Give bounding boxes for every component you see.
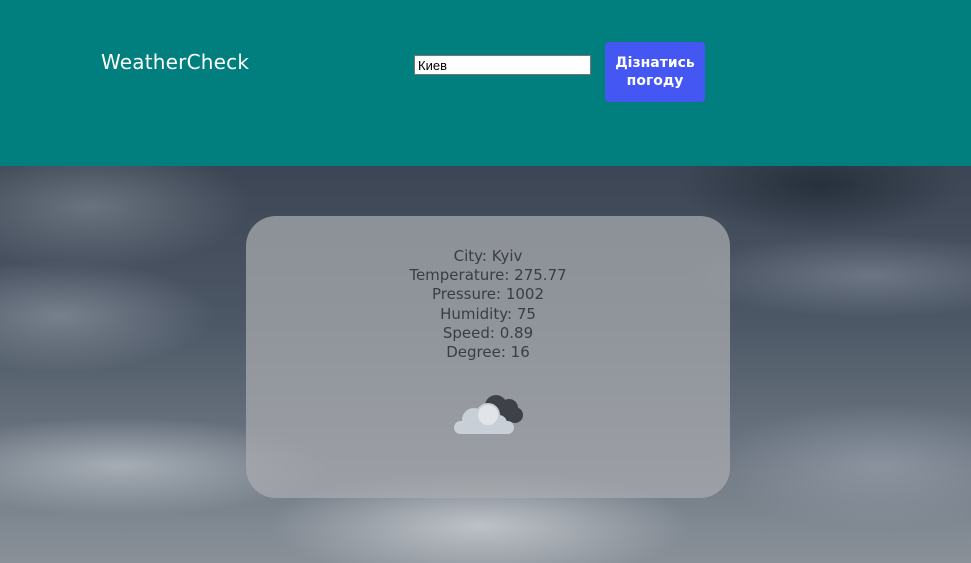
app-logo[interactable]: WeatherCheck bbox=[101, 50, 249, 74]
degree-text: Degree: 16 bbox=[446, 343, 530, 362]
temperature-text: Temperature: 275.77 bbox=[409, 266, 567, 285]
speed-text: Speed: 0.89 bbox=[442, 323, 534, 342]
city-search-input[interactable] bbox=[414, 55, 591, 75]
header: WeatherCheck Дізнатись погоду bbox=[0, 0, 971, 166]
humidity-text: Humidity: 75 bbox=[440, 304, 536, 323]
city-text: City: Kyiv bbox=[453, 247, 523, 265]
get-weather-button[interactable]: Дізнатись погоду bbox=[605, 42, 705, 102]
cloudy-icon bbox=[454, 395, 523, 434]
pressure-text: Pressure: 1002 bbox=[431, 285, 545, 304]
weather-card: City: Kyiv Temperature: 275.77 Pressure:… bbox=[246, 216, 730, 498]
